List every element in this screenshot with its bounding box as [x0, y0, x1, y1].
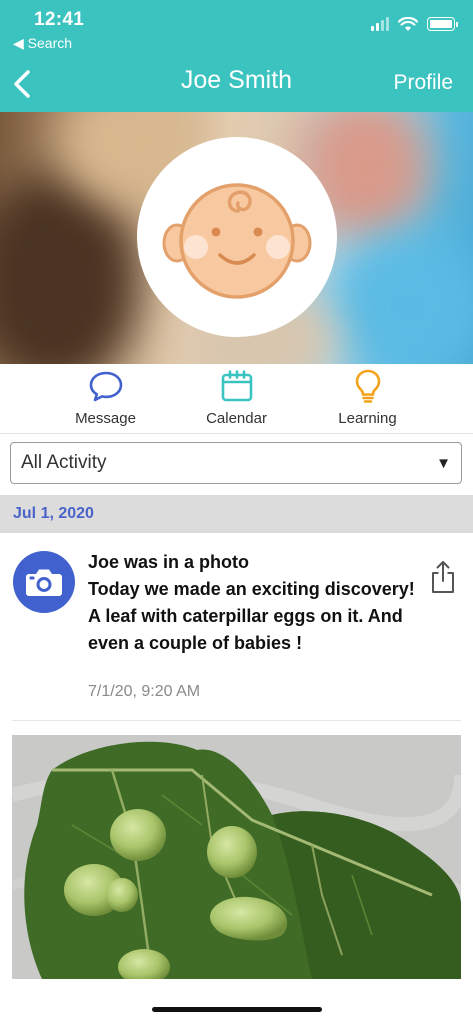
date-section-header: Jul 1, 2020 — [0, 495, 473, 533]
share-icon[interactable] — [430, 560, 456, 594]
dropdown-arrow-icon: ▼ — [436, 454, 451, 472]
status-back-to-search[interactable]: ◀ Search — [13, 35, 72, 52]
activity-text: Joe was in a photo Today we made an exci… — [88, 549, 418, 657]
activity-body: Today we made an exciting discovery! A l… — [88, 579, 415, 653]
camera-icon — [26, 569, 62, 596]
baby-face-icon — [162, 183, 312, 299]
lightbulb-icon — [355, 369, 380, 403]
date-label: Jul 1, 2020 — [13, 505, 94, 522]
item-divider — [12, 720, 461, 721]
quick-actions: Message Calendar Learning — [0, 364, 473, 434]
battery-icon — [427, 17, 458, 31]
home-indicator[interactable] — [152, 1007, 322, 1012]
leaf-with-eggs-image — [12, 735, 461, 979]
activity-timestamp: 7/1/20, 9:20 AM — [88, 683, 201, 700]
activity-photo[interactable] — [12, 735, 461, 979]
activity-type-badge — [13, 551, 75, 613]
calendar-action[interactable]: Calendar — [182, 364, 292, 433]
app-header: 12:41 ◀ Search Joe Smith Profile — [0, 0, 473, 112]
learning-label: Learning — [338, 410, 397, 427]
activity-filter-select[interactable]: All Activity ▼ — [10, 442, 462, 484]
profile-button[interactable]: Profile — [393, 71, 453, 95]
status-icons — [371, 16, 458, 32]
message-action[interactable]: Message — [51, 364, 161, 433]
learning-action[interactable]: Learning — [313, 364, 423, 433]
status-time: 12:41 — [34, 9, 85, 30]
avatar[interactable] — [137, 137, 337, 337]
calendar-label: Calendar — [206, 410, 267, 427]
activity-title: Joe was in a photo — [88, 552, 250, 572]
calendar-icon — [221, 370, 252, 402]
profile-hero — [0, 112, 473, 364]
filter-selected-value: All Activity — [21, 452, 107, 473]
chat-bubble-icon — [89, 371, 122, 402]
message-label: Message — [75, 410, 136, 427]
wifi-icon — [398, 16, 418, 31]
cellular-signal-icon — [371, 17, 389, 31]
